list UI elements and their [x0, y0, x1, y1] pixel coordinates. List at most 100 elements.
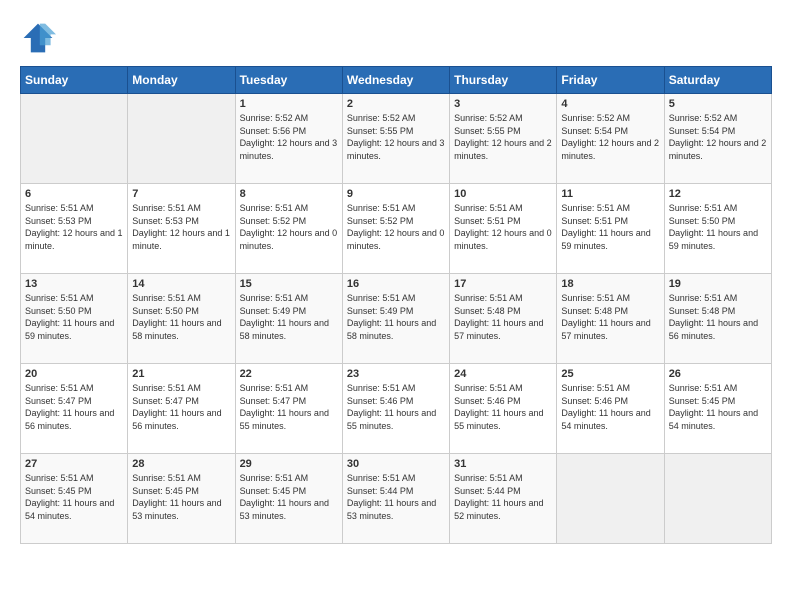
day-number: 19 [669, 278, 767, 290]
day-number: 24 [454, 368, 552, 380]
day-info: Sunrise: 5:51 AM Sunset: 5:50 PM Dayligh… [132, 292, 230, 342]
calendar-cell: 7 Sunrise: 5:51 AM Sunset: 5:53 PM Daylig… [128, 184, 235, 274]
day-info: Sunrise: 5:52 AM Sunset: 5:56 PM Dayligh… [240, 112, 338, 162]
calendar-cell: 8 Sunrise: 5:51 AM Sunset: 5:52 PM Daylig… [235, 184, 342, 274]
day-number: 8 [240, 188, 338, 200]
day-number: 31 [454, 458, 552, 470]
calendar-cell: 1 Sunrise: 5:52 AM Sunset: 5:56 PM Daylig… [235, 94, 342, 184]
day-info: Sunrise: 5:52 AM Sunset: 5:55 PM Dayligh… [454, 112, 552, 162]
weekday-header-monday: Monday [128, 67, 235, 94]
day-number: 20 [25, 368, 123, 380]
day-number: 29 [240, 458, 338, 470]
calendar-cell: 12 Sunrise: 5:51 AM Sunset: 5:50 PM Dayli… [664, 184, 771, 274]
calendar-cell: 22Sunrise: 5:51 AM Sunset: 5:47 PM Dayli… [235, 364, 342, 454]
day-info: Sunrise: 5:51 AM Sunset: 5:45 PM Dayligh… [25, 472, 123, 522]
day-number: 28 [132, 458, 230, 470]
day-info: Sunrise: 5:51 AM Sunset: 5:49 PM Dayligh… [240, 292, 338, 342]
day-number: 30 [347, 458, 445, 470]
logo [20, 20, 60, 56]
calendar-cell: 4Sunrise: 5:52 AM Sunset: 5:54 PM Daylig… [557, 94, 664, 184]
day-number: 21 [132, 368, 230, 380]
day-number: 13 [25, 278, 123, 290]
day-number: 6 [25, 188, 123, 200]
calendar-cell: 25 Sunrise: 5:51 AM Sunset: 5:46 PM Dayli… [557, 364, 664, 454]
week-row-4: 20 Sunrise: 5:51 AM Sunset: 5:47 PM Dayli… [21, 364, 772, 454]
day-info: Sunrise: 5:51 AM Sunset: 5:50 PM Dayligh… [669, 202, 767, 252]
calendar-cell: 14 Sunrise: 5:51 AM Sunset: 5:50 PM Dayli… [128, 274, 235, 364]
weekday-header-sunday: Sunday [21, 67, 128, 94]
calendar-cell: 30 Sunrise: 5:51 AM Sunset: 5:44 PM Dayli… [342, 454, 449, 544]
day-info: Sunrise: 5:51 AM Sunset: 5:47 PM Dayligh… [132, 382, 230, 432]
day-number: 12 [669, 188, 767, 200]
day-info: Sunrise: 5:51 AM Sunset: 5:52 PM Dayligh… [347, 202, 445, 252]
calendar-cell: 29 Sunrise: 5:51 AM Sunset: 5:45 PM Dayli… [235, 454, 342, 544]
calendar-cell: 15 Sunrise: 5:51 AM Sunset: 5:49 PM Dayli… [235, 274, 342, 364]
weekday-header-row: SundayMondayTuesdayWednesdayThursdayFrid… [21, 67, 772, 94]
calendar-cell: 2Sunrise: 5:52 AM Sunset: 5:55 PM Daylig… [342, 94, 449, 184]
day-number: 10 [454, 188, 552, 200]
day-info: Sunrise: 5:51 AM Sunset: 5:48 PM Dayligh… [561, 292, 659, 342]
day-number: 18 [561, 278, 659, 290]
calendar-cell: 9 Sunrise: 5:51 AM Sunset: 5:52 PM Daylig… [342, 184, 449, 274]
day-info: Sunrise: 5:51 AM Sunset: 5:44 PM Dayligh… [454, 472, 552, 522]
calendar-cell: 13 Sunrise: 5:51 AM Sunset: 5:50 PM Dayli… [21, 274, 128, 364]
calendar-cell: 24 Sunrise: 5:51 AM Sunset: 5:46 PM Dayli… [450, 364, 557, 454]
day-number: 23 [347, 368, 445, 380]
calendar-cell: 18 Sunrise: 5:51 AM Sunset: 5:48 PM Dayli… [557, 274, 664, 364]
calendar-cell: 5Sunrise: 5:52 AM Sunset: 5:54 PM Daylig… [664, 94, 771, 184]
weekday-header-wednesday: Wednesday [342, 67, 449, 94]
weekday-header-friday: Friday [557, 67, 664, 94]
page-header [20, 20, 772, 56]
calendar-cell: 20Sunrise: 5:51 AM Sunset: 5:47 PM Dayli… [21, 364, 128, 454]
day-info: Sunrise: 5:51 AM Sunset: 5:50 PM Dayligh… [25, 292, 123, 342]
calendar-cell: 10 Sunrise: 5:51 AM Sunset: 5:51 PM Dayli… [450, 184, 557, 274]
calendar-cell: 27Sunrise: 5:51 AM Sunset: 5:45 PM Dayli… [21, 454, 128, 544]
calendar-cell: 17 Sunrise: 5:51 AM Sunset: 5:48 PM Dayli… [450, 274, 557, 364]
day-number: 5 [669, 98, 767, 110]
calendar-cell [664, 454, 771, 544]
day-number: 26 [669, 368, 767, 380]
day-info: Sunrise: 5:51 AM Sunset: 5:53 PM Dayligh… [25, 202, 123, 252]
day-info: Sunrise: 5:51 AM Sunset: 5:45 PM Dayligh… [669, 382, 767, 432]
calendar-cell: 28 Sunrise: 5:51 AM Sunset: 5:45 PM Dayli… [128, 454, 235, 544]
day-info: Sunrise: 5:51 AM Sunset: 5:52 PM Dayligh… [240, 202, 338, 252]
day-info: Sunrise: 5:51 AM Sunset: 5:53 PM Dayligh… [132, 202, 230, 252]
calendar-cell: 26 Sunrise: 5:51 AM Sunset: 5:45 PM Dayli… [664, 364, 771, 454]
week-row-5: 27Sunrise: 5:51 AM Sunset: 5:45 PM Dayli… [21, 454, 772, 544]
day-info: Sunrise: 5:51 AM Sunset: 5:48 PM Dayligh… [454, 292, 552, 342]
day-info: Sunrise: 5:51 AM Sunset: 5:44 PM Dayligh… [347, 472, 445, 522]
day-info: Sunrise: 5:51 AM Sunset: 5:45 PM Dayligh… [240, 472, 338, 522]
day-number: 1 [240, 98, 338, 110]
day-number: 3 [454, 98, 552, 110]
day-info: Sunrise: 5:51 AM Sunset: 5:45 PM Dayligh… [132, 472, 230, 522]
calendar-table: SundayMondayTuesdayWednesdayThursdayFrid… [20, 66, 772, 544]
day-info: Sunrise: 5:51 AM Sunset: 5:51 PM Dayligh… [561, 202, 659, 252]
weekday-header-saturday: Saturday [664, 67, 771, 94]
day-number: 15 [240, 278, 338, 290]
day-number: 4 [561, 98, 659, 110]
calendar-cell [128, 94, 235, 184]
day-info: Sunrise: 5:51 AM Sunset: 5:46 PM Dayligh… [561, 382, 659, 432]
day-info: Sunrise: 5:52 AM Sunset: 5:55 PM Dayligh… [347, 112, 445, 162]
day-info: Sunrise: 5:51 AM Sunset: 5:46 PM Dayligh… [454, 382, 552, 432]
day-number: 14 [132, 278, 230, 290]
week-row-2: 6 Sunrise: 5:51 AM Sunset: 5:53 PM Daylig… [21, 184, 772, 274]
week-row-3: 13 Sunrise: 5:51 AM Sunset: 5:50 PM Dayli… [21, 274, 772, 364]
day-info: Sunrise: 5:51 AM Sunset: 5:49 PM Dayligh… [347, 292, 445, 342]
weekday-header-thursday: Thursday [450, 67, 557, 94]
week-row-1: 1 Sunrise: 5:52 AM Sunset: 5:56 PM Daylig… [21, 94, 772, 184]
day-number: 7 [132, 188, 230, 200]
day-info: Sunrise: 5:51 AM Sunset: 5:46 PM Dayligh… [347, 382, 445, 432]
calendar-cell: 23 Sunrise: 5:51 AM Sunset: 5:46 PM Dayli… [342, 364, 449, 454]
day-number: 9 [347, 188, 445, 200]
calendar-cell: 31 Sunrise: 5:51 AM Sunset: 5:44 PM Dayli… [450, 454, 557, 544]
day-info: Sunrise: 5:51 AM Sunset: 5:48 PM Dayligh… [669, 292, 767, 342]
calendar-cell: 16Sunrise: 5:51 AM Sunset: 5:49 PM Dayli… [342, 274, 449, 364]
calendar-cell: 11Sunrise: 5:51 AM Sunset: 5:51 PM Dayli… [557, 184, 664, 274]
calendar-cell [21, 94, 128, 184]
day-number: 17 [454, 278, 552, 290]
calendar-cell: 19 Sunrise: 5:51 AM Sunset: 5:48 PM Dayli… [664, 274, 771, 364]
day-number: 25 [561, 368, 659, 380]
day-info: Sunrise: 5:51 AM Sunset: 5:51 PM Dayligh… [454, 202, 552, 252]
day-info: Sunrise: 5:51 AM Sunset: 5:47 PM Dayligh… [240, 382, 338, 432]
